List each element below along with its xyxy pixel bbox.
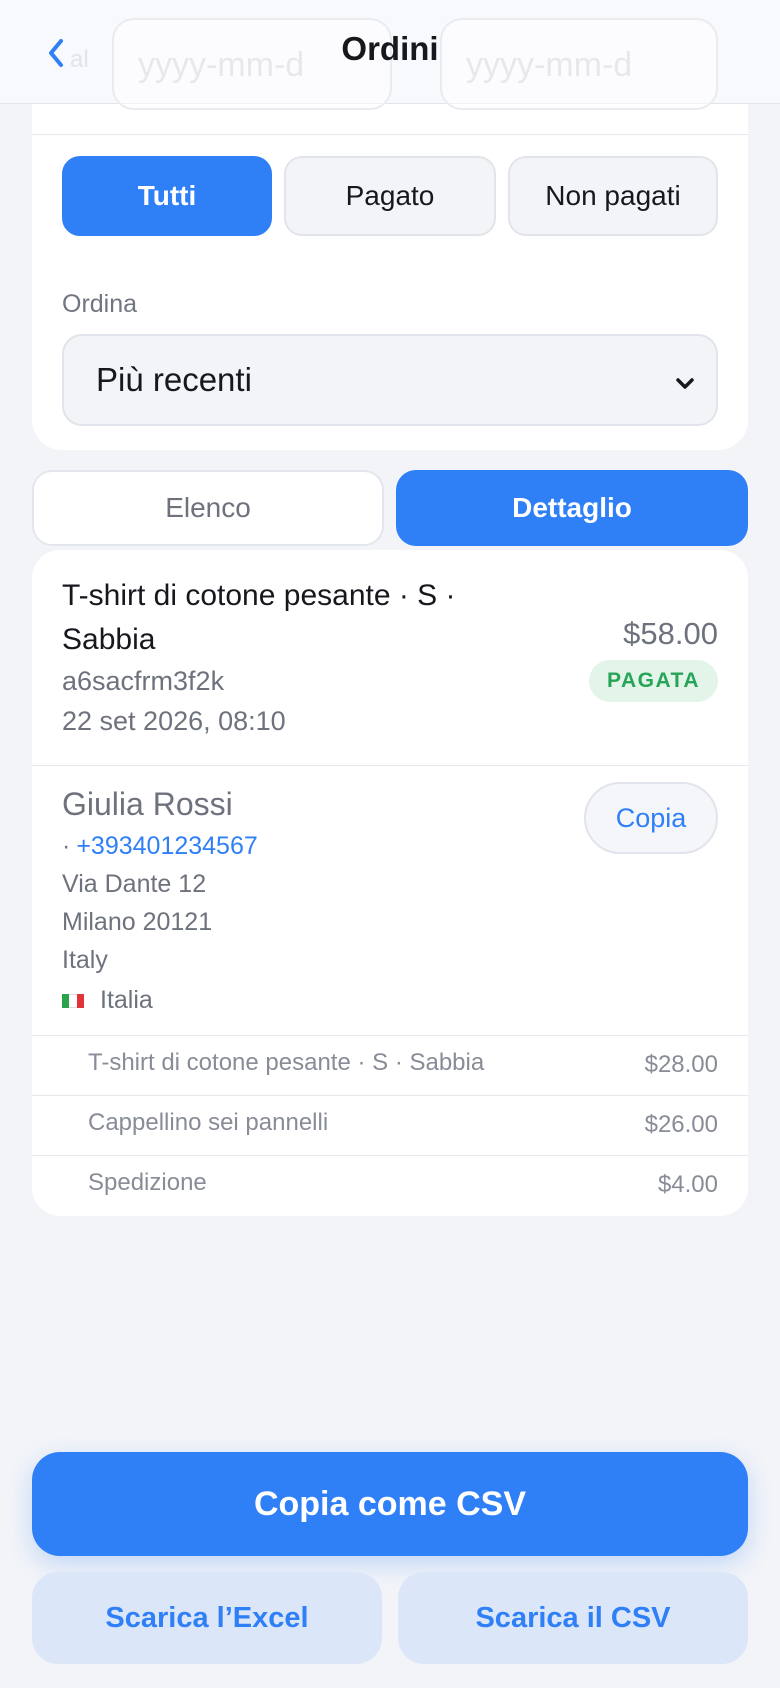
navigation-header: al yyyy-mm-d yyyy-mm-d Ordini (0, 0, 780, 110)
copy-address-button[interactable]: Copia (584, 782, 718, 854)
customer-name: Giulia Rossi (62, 786, 233, 822)
filter-unpaid-button[interactable]: Non pagati (508, 156, 718, 236)
sort-select[interactable]: Più recenti (62, 334, 718, 426)
phone-prefix: · (62, 832, 71, 860)
address-line-2: Milano 20121 (62, 908, 213, 936)
address-line-1: Via Dante 12 (62, 870, 207, 898)
list-item: Spedizione $4.00 (32, 1155, 748, 1215)
download-csv-button[interactable]: Scarica il CSV (398, 1572, 748, 1664)
tab-detail[interactable]: Dettaglio (396, 470, 748, 546)
page-title: Ordini (341, 30, 439, 67)
line-item-name: Spedizione (88, 1169, 207, 1196)
list-item: Cappellino sei pannelli $26.00 (32, 1095, 748, 1155)
line-item-price: $28.00 (644, 1051, 718, 1078)
order-id: a6sacfrm3f2k (62, 666, 225, 696)
line-item-price: $4.00 (657, 1171, 718, 1198)
status-badge: PAGATA (589, 660, 718, 702)
customer-country: Italia (100, 986, 153, 1014)
order-product-name: T-shirt di cotone pesante · S · Sabbia (62, 579, 456, 656)
customer-phone-link[interactable]: +393401234567 (76, 832, 257, 860)
order-detail-card: T-shirt di cotone pesante · S · Sabbia a… (32, 550, 748, 1216)
order-date: 22 set 2026, 08:10 (62, 706, 286, 736)
filter-card: Tutti Pagato Non pagati Ordina Più recen… (32, 104, 748, 450)
line-item-price: $26.00 (644, 1111, 718, 1138)
sort-select-value: Più recenti (96, 361, 252, 398)
italy-flag-icon (62, 994, 84, 1008)
tab-list[interactable]: Elenco (32, 470, 384, 546)
customer-phone-row: · +393401234567 (62, 832, 258, 861)
list-item: T-shirt di cotone pesante · S · Sabbia $… (32, 1035, 748, 1095)
download-excel-button[interactable]: Scarica l’Excel (32, 1572, 382, 1664)
copy-csv-button[interactable]: Copia come CSV (32, 1452, 748, 1556)
orders-screen: Tutti Pagato Non pagati Ordina Più recen… (0, 0, 780, 1688)
chevron-down-icon (674, 368, 696, 406)
divider (32, 765, 748, 766)
line-item-name: Cappellino sei pannelli (88, 1109, 329, 1136)
filter-paid-button[interactable]: Pagato (284, 156, 496, 236)
sort-label: Ordina (62, 290, 138, 318)
filter-all-button[interactable]: Tutti (62, 156, 272, 236)
order-total: $58.00 (623, 616, 718, 651)
address-country: Italy (62, 946, 108, 974)
filter-divider (32, 134, 748, 135)
line-item-name: T-shirt di cotone pesante · S · Sabbia (88, 1049, 485, 1076)
